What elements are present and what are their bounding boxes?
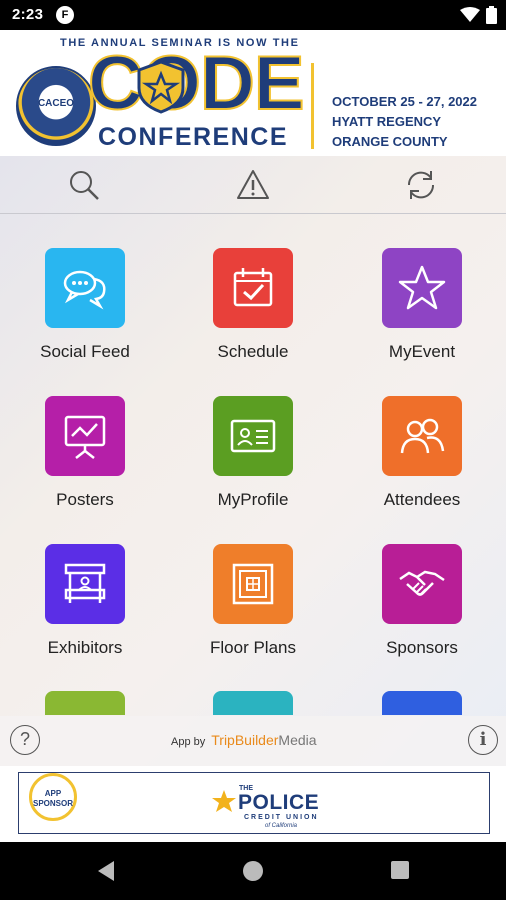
- android-nav-bar: [0, 842, 506, 900]
- sheriff-star-icon: [212, 790, 236, 812]
- sponsor-box: APP SPONSOR THE POLICE CREDIT UNION of C…: [18, 772, 490, 834]
- tile-label: MyEvent: [388, 342, 456, 361]
- partial-tile-1[interactable]: [45, 691, 125, 715]
- toolbar: [0, 156, 506, 214]
- tile-social-feed[interactable]: Social Feed: [15, 248, 155, 362]
- people-icon: [382, 396, 462, 476]
- tile-exhibitors[interactable]: Exhibitors: [15, 544, 155, 658]
- info-button[interactable]: i: [468, 725, 498, 755]
- recents-icon[interactable]: [390, 860, 410, 880]
- tile-label: Social Feed: [40, 342, 130, 361]
- presentation-board-icon: [45, 396, 125, 476]
- event-venue: HYATT REGENCY: [332, 114, 442, 129]
- search-icon[interactable]: [67, 168, 101, 202]
- brand-part1: TripBuilder: [211, 732, 279, 748]
- refresh-icon[interactable]: [404, 168, 438, 202]
- sponsor-subtitle: CREDIT UNION: [244, 814, 319, 821]
- event-dates: OCTOBER 25 - 27, 2022: [332, 94, 477, 109]
- booth-icon: [45, 544, 125, 624]
- sponsor-banner[interactable]: APP SPONSOR THE POLICE CREDIT UNION of C…: [0, 766, 506, 842]
- tile-label: Sponsors: [386, 638, 458, 657]
- badge-icon: [137, 60, 185, 114]
- seal-text: CACEO: [37, 98, 75, 109]
- status-bar: 2:23 F: [0, 0, 506, 30]
- app-by-prefix: App by: [171, 736, 206, 748]
- tile-myprofile[interactable]: MyProfile: [183, 396, 323, 510]
- banner-conference-word: CONFERENCE: [98, 123, 289, 151]
- star-icon: [382, 248, 462, 328]
- partial-tile-3[interactable]: [382, 691, 462, 715]
- sponsor-name: POLICE: [238, 791, 320, 814]
- wifi-icon: [460, 7, 480, 22]
- help-button[interactable]: ?: [10, 725, 40, 755]
- banner-details: OCTOBER 25 - 27, 2022 HYATT REGENCY ORAN…: [332, 92, 477, 152]
- chat-bubbles-icon: [45, 248, 125, 328]
- alert-icon[interactable]: [236, 168, 270, 202]
- handshake-icon: [382, 544, 462, 624]
- tile-myevent[interactable]: MyEvent: [352, 248, 492, 362]
- battery-icon: [486, 6, 497, 24]
- notification-icon: F: [56, 6, 74, 24]
- brand-part2: Media: [278, 732, 317, 748]
- tile-floor-plans[interactable]: Floor Plans: [183, 544, 323, 658]
- event-location: ORANGE COUNTY: [332, 134, 448, 149]
- tile-label: Exhibitors: [47, 638, 123, 657]
- tile-schedule[interactable]: Schedule: [183, 248, 323, 362]
- banner-divider: [311, 63, 314, 149]
- home-icon[interactable]: [242, 860, 264, 882]
- tile-label: MyProfile: [217, 490, 289, 509]
- calendar-check-icon: [213, 248, 293, 328]
- footer-strip: ? App by TripBuilderMedia i: [0, 716, 506, 766]
- caceo-seal-logo: CACEO: [16, 66, 96, 146]
- tile-label: Attendees: [383, 490, 461, 509]
- sponsor-subtitle-2: of California: [265, 823, 298, 829]
- banner-code-word: CODE: [87, 41, 306, 126]
- conference-banner: THE ANNUAL SEMINAR IS NOW THE CACEO CODE…: [0, 30, 506, 156]
- status-time: 2:23: [12, 6, 44, 23]
- main-grid-area: Social Feed Schedule MyEvent Posters MyP…: [0, 156, 506, 766]
- tile-label: Floor Plans: [210, 638, 296, 657]
- floor-plan-icon: [213, 544, 293, 624]
- tile-label: Posters: [56, 490, 114, 509]
- police-cu-logo: THE POLICE CREDIT UNION of California: [211, 785, 341, 837]
- partial-tile-2[interactable]: [213, 691, 293, 715]
- tile-label: Schedule: [217, 342, 289, 361]
- tile-attendees[interactable]: Attendees: [352, 396, 492, 510]
- back-icon[interactable]: [96, 860, 116, 882]
- tile-posters[interactable]: Posters: [15, 396, 155, 510]
- app-by-credit[interactable]: App by TripBuilderMedia: [171, 732, 317, 748]
- tile-sponsors[interactable]: Sponsors: [352, 544, 492, 658]
- id-card-icon: [213, 396, 293, 476]
- app-sponsor-badge: APP SPONSOR: [29, 773, 77, 821]
